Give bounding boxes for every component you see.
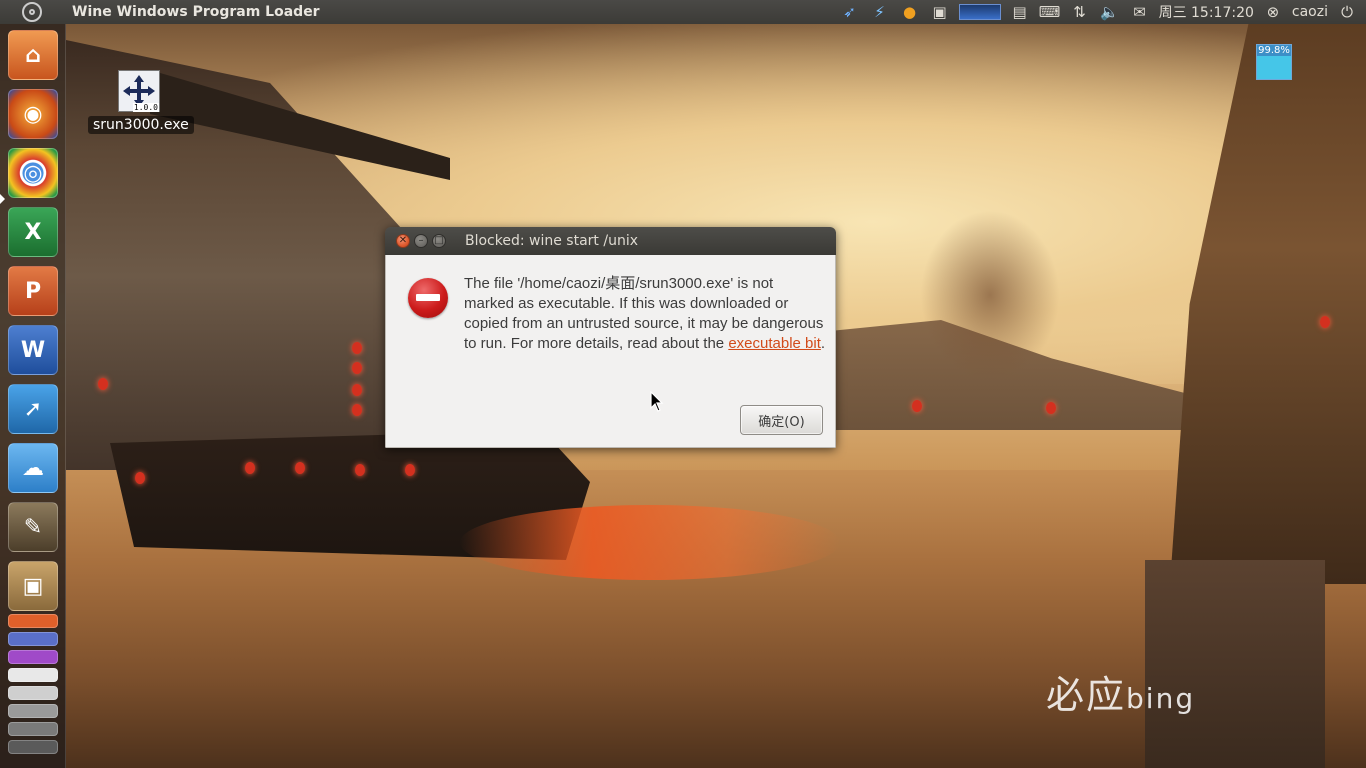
home-folder-icon: ⌂ [25,42,41,68]
running-indicator-icon [0,194,5,204]
lantern [245,462,255,474]
close-window-button[interactable]: ✕ [396,234,410,248]
lantern [352,342,362,354]
user-name[interactable]: caozi [1292,0,1328,24]
volume-icon[interactable]: 🔈 [1099,0,1121,24]
launcher-powerpoint[interactable]: P [8,266,58,316]
launcher-word[interactable]: W [8,325,58,375]
bing-watermark-en: bing [1126,682,1196,715]
dialog-title: Blocked: wine start /unix [465,233,639,249]
launcher-cloud[interactable]: ☁ [8,443,58,493]
launcher-stacked-item[interactable] [8,704,58,718]
lantern [1046,402,1056,414]
desktop-screen: 必应bing Wine Windows Program Loader ➶ ⚡ ●… [0,0,1366,768]
word-icon: W [20,337,46,363]
launcher-stacked-item[interactable] [8,614,58,628]
user-status-icon[interactable]: ⊗ [1262,0,1284,24]
network-icon[interactable]: ⇅ [1069,0,1091,24]
minimize-window-button[interactable]: – [414,234,428,248]
bing-watermark-cn: 必应 [1046,673,1127,717]
launcher-home-folder[interactable]: ⌂ [8,30,58,80]
dialog-titlebar[interactable]: ✕ – □ Blocked: wine start /unix [385,227,836,255]
maximize-icon: □ [434,235,444,246]
cpu-usage-widget[interactable]: 99.8% [1256,44,1292,80]
dialog-message-end: . [820,335,826,352]
launcher-stacked-item[interactable] [8,722,58,736]
clock[interactable]: 周三 15:17:20 [1159,0,1254,24]
lantern [352,384,362,396]
keyboard-icon[interactable]: ⌨ [1039,0,1061,24]
top-panel: Wine Windows Program Loader ➶ ⚡ ● ▣ ▤ ⌨ … [0,0,1366,24]
blocked-dialog: ✕ – □ Blocked: wine start /unix The file… [385,227,836,448]
launcher-stacked-item[interactable] [8,740,58,754]
launcher: ⌂ ◉ ◎ X P W ➚ ☁ ✎ ▣ [0,24,66,768]
launcher-firefox[interactable]: ◉ [8,89,58,139]
maximize-window-button[interactable]: □ [432,234,446,248]
lantern [1320,316,1330,328]
gimp-icon: ✎ [23,514,43,540]
bing-watermark: 必应bing [1046,664,1195,719]
launcher-stacked-item[interactable] [8,686,58,700]
ubuntu-logo-icon[interactable] [22,2,42,22]
minimize-icon: – [418,235,424,246]
ok-button[interactable]: 确定(O) [740,405,823,435]
app-blue-icon: ➚ [23,396,43,422]
dialog-message: The file '/home/caozi/桌面/srun3000.exe' i… [464,274,826,354]
device-icon[interactable]: ▣ [929,0,951,24]
power-icon[interactable]: ⏻ [1336,0,1358,24]
launcher-stacked-item[interactable] [8,668,58,682]
lantern [912,400,922,412]
close-icon: ✕ [398,235,408,246]
software-center-icon: ▣ [22,573,44,599]
launcher-software-center[interactable]: ▣ [8,561,58,611]
indicator-area: ➶ ⚡ ● ▣ ▤ ⌨ ⇅ 🔈 ✉ 周三 15:17:20 ⊗ caozi ⏻ [839,0,1358,24]
launcher-app-blue[interactable]: ➚ [8,384,58,434]
lantern [98,378,108,390]
launcher-gimp[interactable]: ✎ [8,502,58,552]
lantern [355,464,365,476]
mail-icon[interactable]: ✉ [1129,0,1151,24]
desktop-file-srun3000[interactable]: 1.0.0 srun3000.exe [88,70,194,134]
network-graph[interactable] [958,0,1001,24]
sun-icon[interactable]: ● [899,0,921,24]
cloud-icon: ☁ [22,455,44,481]
cpu-usage-text: 99.8% [1257,45,1291,56]
lightning-icon[interactable]: ⚡ [869,0,891,24]
lantern [405,464,415,476]
lantern [352,362,362,374]
powerpoint-icon: P [24,278,42,304]
excel-icon: X [24,219,42,245]
launcher-stacked-item[interactable] [8,650,58,664]
lantern [135,472,145,484]
version-badge: 1.0.0 [132,103,159,112]
chrome-icon: ◎ [23,160,43,186]
app-title: Wine Windows Program Loader [72,4,320,20]
messaging-icon[interactable]: ➶ [839,0,861,24]
launcher-stacked-item[interactable] [8,632,58,646]
lantern [352,404,362,416]
launcher-chrome[interactable]: ◎ [8,148,58,198]
lantern [295,462,305,474]
firefox-icon: ◉ [23,101,43,127]
executable-bit-link[interactable]: executable bit [728,335,821,352]
executable-icon[interactable]: 1.0.0 [118,70,160,112]
notes-icon[interactable]: ▤ [1009,0,1031,24]
wallpaper-red-streak [460,505,840,580]
desktop-icon-label: srun3000.exe [88,116,194,134]
error-icon [408,278,448,318]
dialog-body: The file '/home/caozi/桌面/srun3000.exe' i… [385,255,836,448]
wallpaper-tree [920,210,1060,380]
launcher-excel[interactable]: X [8,207,58,257]
